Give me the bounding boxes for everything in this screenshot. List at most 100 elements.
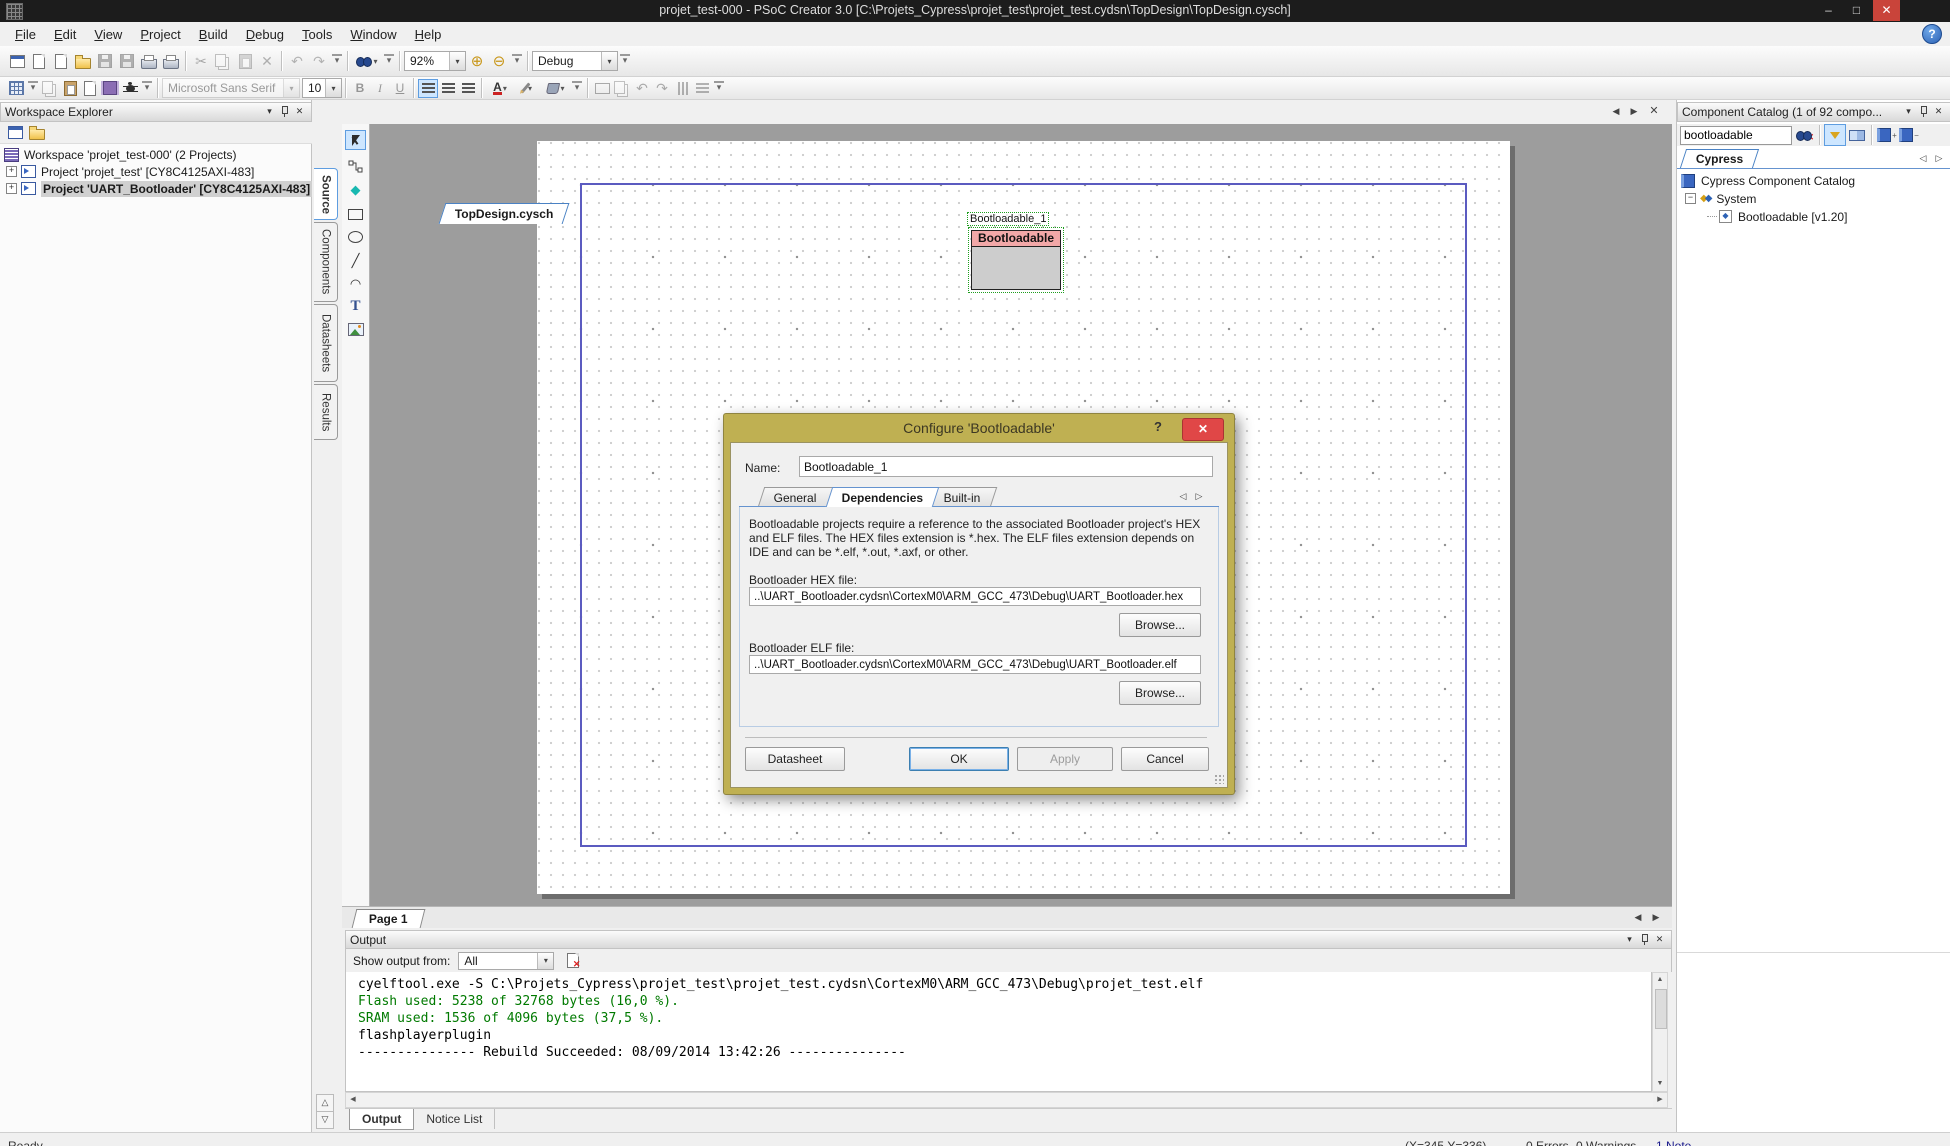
catalog-tab-right-icon[interactable]: ▷ bbox=[1931, 151, 1947, 167]
toolbar-overflow-button[interactable]: ▾ bbox=[620, 54, 630, 68]
underline-button[interactable]: U bbox=[390, 79, 410, 98]
bootloadable-component[interactable]: Bootloadable bbox=[968, 227, 1064, 293]
dialog-tab-general[interactable]: General bbox=[758, 487, 833, 507]
dialog-tab-dependencies[interactable]: Dependencies bbox=[826, 487, 940, 507]
apply-button[interactable]: Apply bbox=[1017, 747, 1113, 771]
redo-button[interactable]: ↷ bbox=[308, 50, 330, 72]
flip-horizontal-button[interactable] bbox=[672, 79, 692, 98]
expand-all-button[interactable]: + bbox=[1876, 124, 1898, 146]
elf-browse-button[interactable]: Browse... bbox=[1119, 681, 1201, 705]
toolbar-overflow-button[interactable]: ▾ bbox=[572, 81, 582, 95]
font-color-button[interactable]: A▾ bbox=[486, 79, 514, 98]
image-tool-button[interactable] bbox=[345, 319, 366, 339]
diamond-tool-button[interactable]: ◆ bbox=[345, 180, 366, 200]
close-panel-icon[interactable]: ✕ bbox=[292, 105, 307, 119]
catalog-tab-left-icon[interactable]: ◁ bbox=[1915, 151, 1931, 167]
tab-close-icon[interactable]: ✕ bbox=[1646, 104, 1662, 120]
component-instance-label[interactable]: Bootloadable_1 bbox=[967, 212, 1049, 226]
search-clear-button[interactable]: ✕ bbox=[1792, 124, 1816, 146]
menu-project[interactable]: Project bbox=[131, 24, 189, 45]
side-tab-results[interactable]: Results bbox=[314, 384, 338, 440]
wire-grid-button[interactable] bbox=[6, 79, 26, 98]
side-tab-source[interactable]: Source bbox=[314, 168, 338, 220]
pin-icon[interactable] bbox=[277, 105, 292, 119]
ok-button[interactable]: OK bbox=[909, 747, 1009, 771]
collapse-icon[interactable]: − bbox=[1685, 193, 1696, 204]
config-combobox[interactable]: Debug ▾ bbox=[532, 51, 618, 71]
scroll-up-icon[interactable]: ▲ bbox=[1653, 973, 1667, 987]
tab-scroll-right-icon[interactable]: ▶ bbox=[1626, 104, 1642, 120]
scroll-right-icon[interactable]: ▶ bbox=[1653, 1093, 1667, 1107]
select-tool-button[interactable] bbox=[345, 130, 366, 150]
chevron-down-icon[interactable]: ▾ bbox=[1901, 105, 1916, 119]
scroll-down-icon[interactable]: ▽ bbox=[316, 1111, 334, 1129]
align-left-button[interactable] bbox=[418, 79, 438, 98]
scroll-left-icon[interactable]: ◀ bbox=[346, 1093, 360, 1107]
cut-button[interactable]: ✂ bbox=[190, 50, 212, 72]
close-button[interactable]: ✕ bbox=[1873, 0, 1900, 21]
catalog-search-input[interactable] bbox=[1680, 126, 1792, 145]
tab-notice-list[interactable]: Notice List bbox=[414, 1109, 495, 1129]
dialog-tab-right-icon[interactable]: ▷ bbox=[1191, 489, 1207, 505]
menu-debug[interactable]: Debug bbox=[237, 24, 293, 45]
pin-icon[interactable] bbox=[1637, 933, 1652, 947]
catalog-system-row[interactable]: − ◆◆ System bbox=[1685, 190, 1756, 207]
new-project-button[interactable] bbox=[6, 50, 28, 72]
italic-button[interactable]: I bbox=[370, 79, 390, 98]
close-panel-icon[interactable]: ✕ bbox=[1652, 933, 1667, 947]
toolbar-overflow-button[interactable]: ▾ bbox=[332, 54, 342, 68]
output-vertical-scrollbar[interactable]: ▲ ▼ bbox=[1652, 972, 1668, 1092]
new-file-button[interactable] bbox=[28, 50, 50, 72]
help-icon[interactable]: ? bbox=[1922, 24, 1942, 44]
save-button[interactable] bbox=[94, 50, 116, 72]
catalog-root-row[interactable]: Cypress Component Catalog bbox=[1681, 172, 1855, 189]
output-console[interactable]: cyelftool.exe -S C:\Projets_Cypress\proj… bbox=[345, 972, 1652, 1092]
zoom-in-button[interactable]: ⊕ bbox=[466, 50, 488, 72]
toolbar-overflow-button[interactable]: ▾ bbox=[512, 54, 522, 68]
tab-output[interactable]: Output bbox=[349, 1109, 414, 1130]
tree-row-project-2[interactable]: + Project 'UART_Bootloader' [CY8C4125AXI… bbox=[6, 180, 312, 197]
toolbar-overflow-button[interactable]: ▾ bbox=[384, 54, 394, 68]
menu-file[interactable]: File bbox=[6, 24, 45, 45]
catalog-bootloadable-row[interactable]: ◆ Bootloadable [v1.20] bbox=[1707, 208, 1847, 225]
output-filter-combobox[interactable]: All ▾ bbox=[458, 952, 554, 970]
name-input[interactable] bbox=[799, 456, 1213, 477]
cancel-button[interactable]: Cancel bbox=[1121, 747, 1209, 771]
collapse-folders-button[interactable] bbox=[26, 122, 48, 144]
toolbar-overflow-button[interactable]: ▾ bbox=[142, 81, 152, 95]
align-right-button[interactable] bbox=[458, 79, 478, 98]
filter-button[interactable] bbox=[1824, 124, 1846, 146]
wire-tool-button[interactable] bbox=[345, 156, 366, 176]
copy-button[interactable] bbox=[212, 50, 234, 72]
tab-scroll-left-icon[interactable]: ◀ bbox=[1608, 104, 1624, 120]
hex-file-input[interactable] bbox=[749, 587, 1201, 606]
delete-button[interactable]: ✕ bbox=[256, 50, 278, 72]
datasheet-button[interactable]: Datasheet bbox=[745, 747, 845, 771]
catalog-tab-cypress[interactable]: Cypress bbox=[1680, 149, 1760, 168]
side-tab-components[interactable]: Components bbox=[314, 222, 338, 302]
collapse-all-button[interactable]: − bbox=[1898, 124, 1920, 146]
paste-button[interactable] bbox=[234, 50, 256, 72]
chevron-down-icon[interactable]: ▾ bbox=[262, 105, 277, 119]
elf-file-input[interactable] bbox=[749, 655, 1201, 674]
menu-window[interactable]: Window bbox=[341, 24, 405, 45]
collapse-windows-button[interactable] bbox=[4, 122, 26, 144]
font-name-combobox[interactable]: Microsoft Sans Serif ▾ bbox=[162, 78, 300, 98]
menu-tools[interactable]: Tools bbox=[293, 24, 341, 45]
dialog-close-button[interactable]: ✕ bbox=[1182, 418, 1224, 441]
flip-vertical-button[interactable] bbox=[692, 79, 712, 98]
scroll-up-icon[interactable]: △ bbox=[316, 1094, 334, 1112]
menu-help[interactable]: Help bbox=[406, 24, 451, 45]
dialog-help-icon[interactable]: ? bbox=[1148, 419, 1168, 437]
zoom-out-button[interactable]: ⊖ bbox=[488, 50, 510, 72]
page-scroll-left-icon[interactable]: ◀ bbox=[1630, 910, 1646, 926]
page-1-tab[interactable]: Page 1 bbox=[352, 909, 425, 928]
minimize-button[interactable]: – bbox=[1815, 0, 1842, 21]
zoom-combobox[interactable]: 92% ▾ bbox=[404, 51, 466, 71]
clear-output-button[interactable]: ✕ bbox=[562, 950, 584, 972]
save-all-button[interactable] bbox=[116, 50, 138, 72]
sheets-button[interactable] bbox=[60, 79, 80, 98]
font-size-combobox[interactable]: 10 ▾ bbox=[302, 78, 342, 98]
print-button[interactable] bbox=[138, 50, 160, 72]
align-center-button[interactable] bbox=[438, 79, 458, 98]
